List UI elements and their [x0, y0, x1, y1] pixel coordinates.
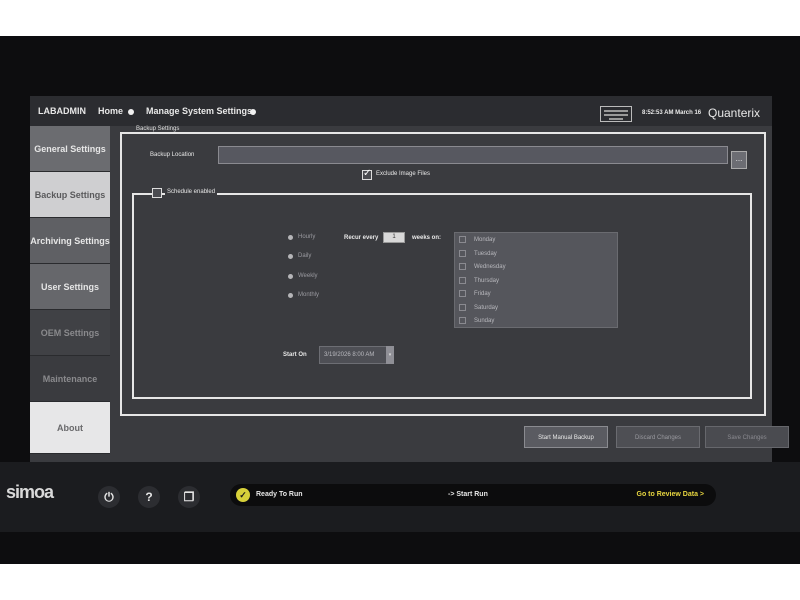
day-label: Saturday [474, 305, 499, 312]
date-picker-button[interactable]: ▾ [386, 346, 394, 364]
schedule-enabled-checkbox[interactable] [152, 188, 162, 198]
day-label: Friday [474, 291, 491, 298]
day-checkbox[interactable] [459, 236, 466, 243]
brand-logo: Quanterix [708, 106, 761, 120]
sidebar-item-maintenance[interactable]: Maintenance [30, 356, 110, 402]
day-label: Thursday [474, 278, 500, 285]
day-checkbox[interactable] [459, 290, 466, 297]
sidebar-item-about[interactable]: About [30, 402, 110, 454]
backup-settings-legend: Backup Settings [134, 126, 182, 132]
day-label: Wednesday [474, 264, 506, 271]
save-changes-button[interactable]: Save Changes [705, 426, 789, 448]
monthly-label: Monthly [298, 292, 320, 298]
ready-status: Ready To Run [256, 491, 303, 498]
user-label: LABADMIN [38, 106, 86, 116]
day-label: Sunday [474, 318, 495, 325]
recur-every-label: Recur every [344, 235, 379, 241]
sidebar-item-archiving[interactable]: Archiving Settings [30, 218, 110, 264]
review-data-link[interactable]: Go to Review Data > [637, 491, 705, 498]
schedule-enabled-label: Schedule enabled [165, 189, 218, 195]
day-item-tuesday[interactable]: Tuesday [459, 250, 497, 257]
clock: 8:52:53 AM March 16 [642, 110, 702, 116]
day-checkbox[interactable] [459, 250, 466, 257]
daily-label: Daily [298, 253, 312, 259]
simoa-logo: simoa [6, 482, 54, 502]
sidebar-item-general[interactable]: General Settings [30, 126, 110, 172]
radio-daily[interactable] [288, 254, 293, 259]
breadcrumb-separator-icon [128, 109, 134, 115]
day-item-friday[interactable]: Friday [459, 290, 491, 297]
home-link[interactable]: Home [98, 106, 123, 116]
sidebar-item-users[interactable]: User Settings [30, 264, 110, 310]
exclude-image-files-checkbox[interactable]: ✓ [362, 168, 372, 180]
run-status-pill: ✓ Ready To Run -> Start Run Go to Review… [230, 484, 716, 506]
start-run-link[interactable]: -> Start Run [448, 491, 488, 498]
weekday-list: Monday Tuesday Wednesday Thursday Friday… [454, 232, 618, 328]
backup-location-label: Backup Location [150, 152, 195, 158]
start-date-input[interactable]: 3/19/2026 8:00 AM [319, 346, 387, 364]
day-item-wednesday[interactable]: Wednesday [459, 263, 506, 270]
radio-weekly[interactable] [288, 274, 293, 279]
weeks-on-label: weeks on: [412, 235, 442, 241]
day-checkbox[interactable] [459, 317, 466, 324]
start-on-label: Start On [283, 352, 307, 358]
copy-icon[interactable]: ❐ [178, 486, 200, 508]
settings-sidebar: General Settings Backup Settings Archivi… [30, 126, 110, 454]
day-item-sunday[interactable]: Sunday [459, 317, 494, 324]
help-icon[interactable]: ? [138, 486, 160, 508]
schedule-group [132, 193, 752, 399]
recur-interval-input[interactable]: 1 [383, 232, 405, 243]
ready-check-icon: ✓ [236, 488, 250, 502]
exclude-image-files-label: Exclude Image Files [376, 171, 431, 177]
day-checkbox[interactable] [459, 263, 466, 270]
discard-changes-button[interactable]: Discard Changes [616, 426, 700, 448]
breadcrumb-end-icon [250, 109, 256, 115]
day-checkbox[interactable] [459, 304, 466, 311]
start-manual-backup-button[interactable]: Start Manual Backup [524, 426, 608, 448]
hourly-label: Hourly [298, 234, 316, 240]
page-title: Manage System Settings [146, 106, 253, 116]
day-label: Monday [474, 237, 496, 244]
day-item-monday[interactable]: Monday [459, 236, 495, 243]
day-item-saturday[interactable]: Saturday [459, 304, 498, 311]
day-item-thursday[interactable]: Thursday [459, 277, 499, 284]
power-icon[interactable]: ⏻ [98, 486, 120, 508]
top-bar: LABADMIN Home Manage System Settings 8:5… [30, 96, 772, 126]
day-checkbox[interactable] [459, 277, 466, 284]
day-label: Tuesday [474, 251, 497, 258]
keyboard-icon[interactable] [600, 106, 632, 122]
sidebar-item-oem[interactable]: OEM Settings [30, 310, 110, 356]
radio-hourly[interactable] [288, 235, 293, 240]
status-bar: simoa ⏻ ? ❐ ✓ Ready To Run -> Start Run … [0, 462, 800, 532]
checkmark-icon: ✓ [363, 168, 372, 179]
browse-button[interactable]: ... [731, 151, 747, 169]
backup-location-input[interactable] [218, 146, 728, 164]
weekly-label: Weekly [298, 273, 318, 279]
sidebar-item-backup[interactable]: Backup Settings [30, 172, 110, 218]
radio-monthly[interactable] [288, 293, 293, 298]
